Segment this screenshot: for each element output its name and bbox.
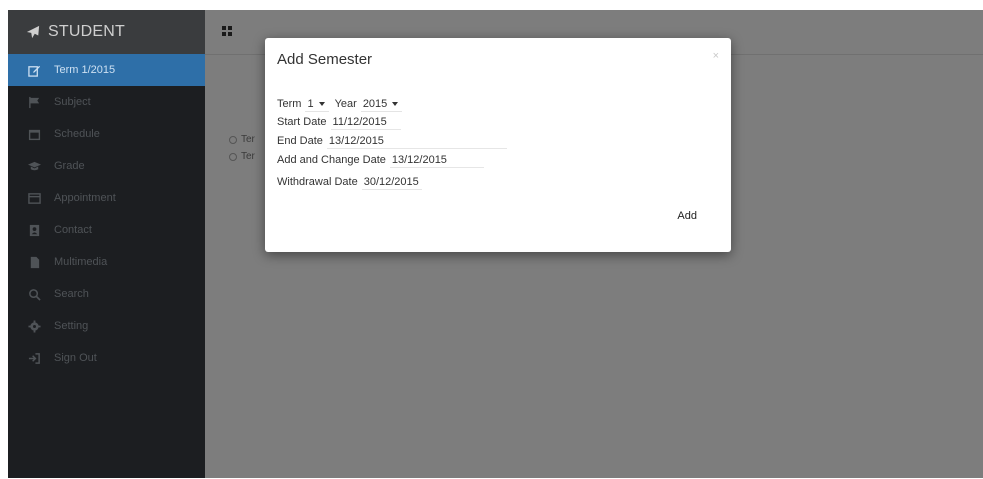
flag-icon (26, 94, 42, 110)
caret-down-icon (392, 102, 399, 106)
start-date-label: Start Date (277, 116, 327, 128)
term-value: 1 (307, 98, 314, 110)
end-date-label: End Date (277, 135, 323, 147)
sidebar: STUDENT Term 1/2015 Subject Schedule Gra… (8, 10, 205, 478)
sign-out-icon (26, 350, 42, 366)
end-date-field[interactable]: 13/12/2015 (326, 135, 507, 149)
end-date-row: End Date 13/12/2015 (277, 135, 507, 149)
term-label: Term (277, 98, 302, 110)
sidebar-item-grade[interactable]: Grade (8, 150, 205, 182)
radio-label: Ter (241, 134, 255, 145)
sidebar-item-label: Appointment (54, 192, 116, 204)
term-select[interactable]: 1 (305, 98, 329, 112)
add-semester-modal: Add Semester × Term 1 Year 2015 Start Da… (265, 38, 731, 252)
year-value: 2015 (362, 98, 388, 110)
app-screen: STUDENT Term 1/2015 Subject Schedule Gra… (8, 10, 983, 478)
term-radio-option[interactable]: Ter (229, 151, 255, 162)
withdrawal-date-label: Withdrawal Date (277, 176, 358, 188)
sidebar-item-label: Search (54, 288, 89, 300)
add-change-date-label: Add and Change Date (277, 154, 386, 166)
contact-book-icon (26, 222, 42, 238)
sidebar-item-label: Schedule (54, 128, 100, 140)
sidebar-item-search[interactable]: Search (8, 278, 205, 310)
gear-icon (26, 318, 42, 334)
sidebar-item-label: Setting (54, 320, 89, 332)
sidebar-item-label: Multimedia (54, 256, 108, 268)
sidebar-item-label: Sign Out (54, 352, 97, 364)
graduation-cap-icon (26, 158, 42, 174)
grid-menu-icon[interactable] (222, 26, 232, 36)
modal-title: Add Semester (277, 51, 373, 68)
start-date-field[interactable]: 11/12/2015 (330, 116, 401, 130)
close-icon[interactable]: × (713, 50, 719, 62)
radio-label: Ter (241, 151, 255, 162)
sidebar-item-term[interactable]: Term 1/2015 (8, 54, 205, 86)
radio-icon (229, 135, 237, 144)
paper-plane-icon (26, 25, 42, 39)
sidebar-item-label: Term 1/2015 (54, 64, 116, 76)
calendar-grid-icon (26, 190, 42, 206)
sidebar-item-sign-out[interactable]: Sign Out (8, 342, 205, 374)
edit-icon (26, 62, 42, 78)
sidebar-item-label: Subject (54, 96, 91, 108)
add-button[interactable]: Add (673, 208, 701, 224)
caret-down-icon (318, 102, 325, 106)
calendar-icon (26, 126, 42, 142)
sidebar-item-setting[interactable]: Setting (8, 310, 205, 342)
add-change-date-field[interactable]: 13/12/2015 (389, 154, 484, 168)
search-icon (26, 286, 42, 302)
radio-icon (229, 152, 237, 161)
withdrawal-date-field[interactable]: 30/12/2015 (361, 176, 422, 190)
withdrawal-date-row: Withdrawal Date 30/12/2015 (277, 176, 422, 190)
file-icon (26, 254, 42, 270)
term-radio-option[interactable]: Ter (229, 134, 255, 145)
sidebar-item-label: Grade (54, 160, 85, 172)
start-date-row: Start Date 11/12/2015 (277, 116, 401, 130)
term-year-row: Term 1 Year 2015 (277, 98, 408, 112)
brand-title: STUDENT (48, 23, 125, 40)
sidebar-item-appointment[interactable]: Appointment (8, 182, 205, 214)
sidebar-item-schedule[interactable]: Schedule (8, 118, 205, 150)
sidebar-item-subject[interactable]: Subject (8, 86, 205, 118)
year-select[interactable]: 2015 (360, 98, 403, 112)
brand[interactable]: STUDENT (8, 10, 205, 54)
add-change-date-row: Add and Change Date 13/12/2015 (277, 154, 484, 168)
sidebar-item-multimedia[interactable]: Multimedia (8, 246, 205, 278)
sidebar-item-contact[interactable]: Contact (8, 214, 205, 246)
year-label: Year (334, 98, 357, 110)
sidebar-item-label: Contact (54, 224, 92, 236)
